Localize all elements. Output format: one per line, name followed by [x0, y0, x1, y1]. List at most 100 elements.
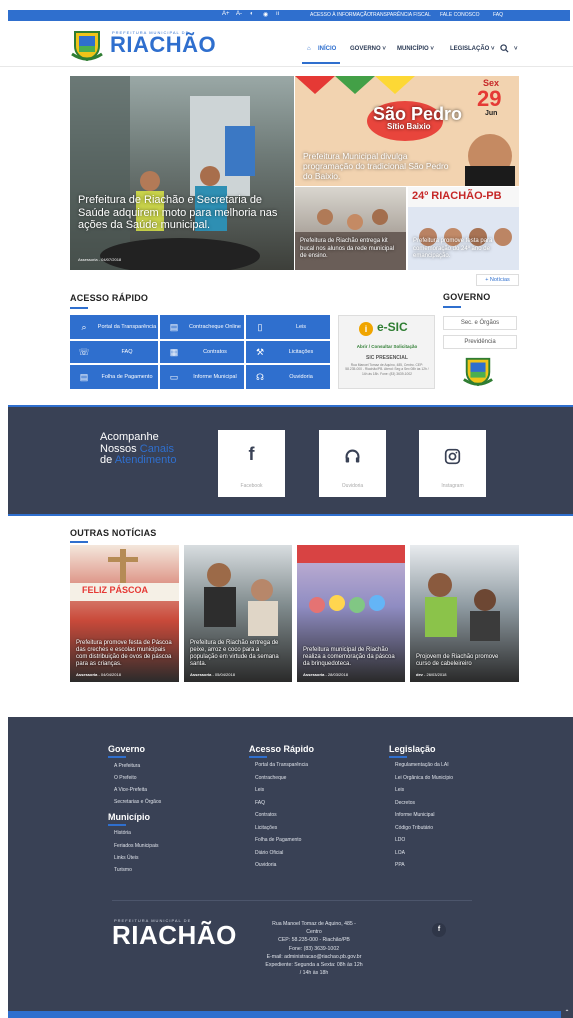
- ouvidoria-card[interactable]: Ouvidoria: [319, 430, 386, 497]
- nav-governo[interactable]: GOVERNO ˅: [350, 46, 386, 52]
- slider-emancipacao-news[interactable]: 24º RIACHÃO-PB Prefeitura promove festa …: [408, 187, 519, 270]
- slider-bottom-left-caption: Prefeitura de Riachão entrega kit bucal …: [300, 238, 395, 259]
- footer-link[interactable]: Decretos: [395, 800, 415, 806]
- footer-divider: [112, 900, 472, 901]
- footer-link[interactable]: Feriados Municipais: [114, 843, 158, 849]
- footer-link[interactable]: Folha de Pagamento: [255, 837, 301, 843]
- esic-presencial: SIC PRESENCIAL: [366, 355, 408, 361]
- quick-leis[interactable]: ▯ Leis: [246, 315, 330, 339]
- quick-contracheque[interactable]: ▤ Contracheque Online: [160, 315, 244, 339]
- quick-folha-pagamento[interactable]: ▤ Folha de Pagamento: [70, 365, 158, 389]
- governo-title: GOVERNO: [443, 292, 491, 302]
- footer-link[interactable]: A Prefeitura: [114, 763, 140, 769]
- news-date: 04/04/2018: [100, 672, 121, 677]
- footer-address-line: Rua Manoel Tomaz de Aquino, 485 -: [272, 921, 356, 927]
- news-date: 28/03/2018: [327, 672, 348, 677]
- font-decrease-icon[interactable]: A-: [236, 11, 242, 17]
- previdencia-button[interactable]: Previdência: [443, 335, 517, 349]
- footer-link[interactable]: FAQ: [255, 800, 265, 806]
- news-caption: Prefeitura promove festa de Páscoa das c…: [76, 640, 172, 667]
- search-icon[interactable]: [500, 44, 509, 53]
- info-icon: i: [359, 322, 373, 336]
- footer-link[interactable]: Lei Orgânica do Município: [395, 775, 453, 781]
- footer-link[interactable]: LDO: [395, 837, 405, 843]
- acesso-informacao-link[interactable]: ACESSO À INFORMAÇÃO: [310, 12, 371, 18]
- footer-acesso-title: Acesso Rápido: [249, 744, 315, 754]
- quick-portal-transparencia[interactable]: ⌕ Portal da Transparência: [70, 315, 158, 339]
- slider-main-news[interactable]: Prefeitura de Riachão e Secretaria de Sa…: [70, 76, 294, 270]
- quick-licitacoes[interactable]: ⚒ Licitações: [246, 341, 330, 363]
- fale-conosco-link[interactable]: FALE CONOSCO: [440, 12, 479, 18]
- canais-line3: de Atendimento: [100, 454, 177, 467]
- footer-logo-text[interactable]: RIACHÃO: [112, 920, 237, 951]
- search-caret-icon[interactable]: ˅: [514, 46, 518, 52]
- slider-sao-pedro-news[interactable]: São Pedro Sítio Baixio Sex 29 Jun Prefei…: [295, 76, 519, 186]
- footer-link[interactable]: Informe Municipal: [395, 812, 434, 818]
- font-icon[interactable]: ıı: [276, 11, 279, 17]
- logo-text[interactable]: RIACHÃO: [110, 32, 216, 58]
- footer-link[interactable]: História: [114, 830, 131, 836]
- footer-link[interactable]: Contracheque: [255, 775, 286, 781]
- canais-line3a: de: [100, 454, 115, 466]
- footer-link[interactable]: Turismo: [114, 867, 132, 873]
- nav-legislacao[interactable]: LEGISLAÇÃO ˅: [450, 46, 495, 52]
- coat-of-arms-logo[interactable]: [70, 28, 104, 62]
- eye-icon[interactable]: ◉: [263, 11, 268, 18]
- sec-orgaos-button[interactable]: Sec. e Órgãos: [443, 316, 517, 330]
- slider-kit-bucal-news[interactable]: Prefeitura de Riachão entrega kit bucal …: [295, 187, 406, 270]
- footer-link[interactable]: PPA: [395, 862, 405, 868]
- footer-address-line: Fone: (83) 3639-1002: [288, 945, 340, 952]
- footer-link[interactable]: Ouvidoria: [255, 862, 276, 868]
- footer-address-line: Expediente: Segunda a Sexta: 08h às 12h: [265, 962, 363, 969]
- facebook-card[interactable]: f Facebook: [218, 430, 285, 497]
- footer-address-line: CEP: 58.235-000 - Riachão/PB: [278, 937, 350, 944]
- quick-label: Leis: [295, 323, 307, 330]
- transparencia-fiscal-link[interactable]: TRANSPARÊNCIA FISCAL: [370, 12, 431, 18]
- quick-ouvidoria[interactable]: ☊ Ouvidoria: [246, 365, 330, 389]
- esic-panel[interactable]: i e-SIC Abrir / Consultar Solicitação SI…: [338, 315, 435, 389]
- instagram-card-label: Instagram: [441, 483, 464, 489]
- footer-link[interactable]: O Prefeito: [114, 775, 137, 781]
- footer-link[interactable]: LOA: [395, 850, 405, 856]
- esic-tagline[interactable]: Abrir / Consultar Solicitação: [343, 344, 431, 349]
- home-icon[interactable]: ⌂: [307, 46, 311, 52]
- slider-main-caption: Prefeitura de Riachão e Secretaria de Sa…: [78, 194, 278, 231]
- nav-inicio[interactable]: INÍCIO: [318, 46, 336, 52]
- page: A+ A- ◐ ◉ ıı ACESSO À INFORMAÇÃO TRANSPA…: [0, 0, 573, 1018]
- footer-facebook-icon[interactable]: f: [432, 923, 446, 937]
- quick-contratos[interactable]: ▦ Contratos: [160, 341, 244, 363]
- emancipacao-poster-title: 24º RIACHÃO-PB: [412, 190, 502, 202]
- quick-faq[interactable]: ☏ FAQ: [70, 341, 158, 363]
- news-card[interactable]: Projovem de Riachão promove curso de cab…: [410, 545, 519, 682]
- instagram-card[interactable]: Instagram: [419, 430, 486, 497]
- news-card[interactable]: FELIZ PÁSCOA Prefeitura promove festa de…: [70, 545, 179, 682]
- nav-municipio-label: MUNICÍPIO: [397, 46, 429, 52]
- news-date: 05/04/2018: [214, 672, 235, 677]
- paycheck-icon: ▤: [169, 321, 179, 332]
- faq-link[interactable]: FAQ: [493, 12, 503, 18]
- news-card[interactable]: Prefeitura municipal de Riachão realiza …: [297, 545, 405, 682]
- footer-link[interactable]: Regulamentação da LAI: [395, 762, 449, 768]
- nav-municipio[interactable]: MUNICÍPIO ˅: [397, 46, 434, 52]
- outras-noticias-underline: [70, 541, 88, 543]
- footer-link[interactable]: Secretarias e Órgãos: [114, 799, 161, 805]
- footer-link[interactable]: Diário Oficial: [255, 850, 283, 856]
- quick-informe-municipal[interactable]: ▭ Informe Municipal: [160, 365, 244, 389]
- acesso-rapido-underline: [70, 307, 88, 309]
- footer-link[interactable]: A Vice-Prefeita: [114, 787, 147, 793]
- footer-link[interactable]: Leis: [255, 787, 264, 793]
- news-card[interactable]: Prefeitura de Riachão entrega de peixe, …: [184, 545, 292, 682]
- scroll-top-icon[interactable]: ⌃: [561, 1008, 573, 1018]
- footer-link[interactable]: Licitações: [255, 825, 277, 831]
- footer-link[interactable]: Links Úteis: [114, 855, 138, 861]
- footer-link[interactable]: Código Tributário: [395, 825, 433, 831]
- footer-link[interactable]: Portal da Transparência: [255, 762, 308, 768]
- footer-link[interactable]: Leis: [395, 787, 404, 793]
- slider-main-meta: Assessoria - 04/07/2018: [78, 257, 122, 262]
- more-news-button[interactable]: + Notícias: [476, 274, 519, 286]
- font-increase-icon[interactable]: A+: [222, 11, 230, 17]
- footer-link[interactable]: Contratos: [255, 812, 277, 818]
- contrast-icon[interactable]: ◐: [250, 11, 254, 17]
- canais-line3b: Atendimento: [114, 454, 177, 466]
- canais-line2b: Canais: [139, 442, 174, 455]
